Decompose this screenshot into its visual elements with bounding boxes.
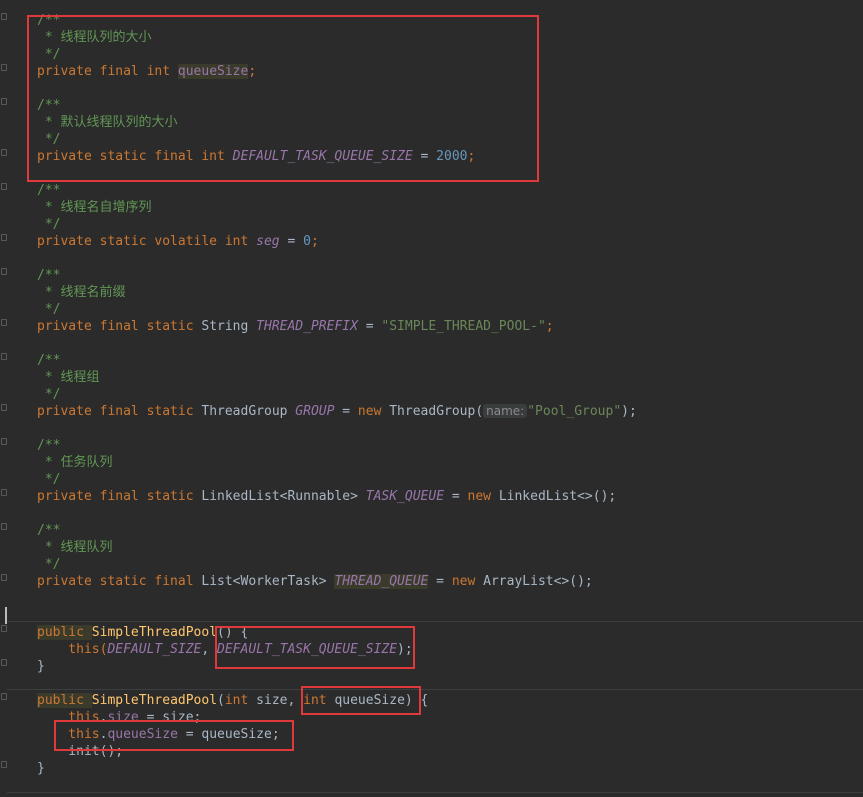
fold-icon[interactable]: [1, 574, 7, 581]
code-line: private static final List<WorkerTask> TH…: [37, 574, 593, 589]
code-line: */: [37, 557, 61, 572]
code-line: private final static String THREAD_PREFI…: [37, 319, 554, 334]
fold-icon[interactable]: [1, 268, 7, 275]
editor-gutter: [0, 0, 10, 797]
annotation-box: [215, 626, 415, 669]
code-line: /**: [37, 268, 61, 283]
code-line: private final static ThreadGroup GROUP =…: [37, 404, 637, 419]
code-line: /**: [37, 353, 61, 368]
fold-icon[interactable]: [1, 319, 7, 326]
fold-icon[interactable]: [1, 489, 7, 496]
fold-icon[interactable]: [1, 149, 7, 156]
code-line: /**: [37, 183, 61, 198]
code-line: * 线程队列: [37, 540, 113, 555]
fold-icon[interactable]: [1, 761, 7, 768]
code-line: */: [37, 472, 61, 487]
code-line: */: [37, 217, 61, 232]
parameter-hint: name:: [483, 404, 528, 418]
code-editor[interactable]: /** * 线程队列的大小 */ private final int queue…: [0, 0, 863, 797]
code-line: */: [37, 387, 61, 402]
fold-icon[interactable]: [1, 693, 7, 700]
annotation-box: [54, 720, 294, 751]
method-separator: [7, 621, 863, 622]
annotation-box: [301, 686, 421, 715]
code-line: }: [37, 761, 45, 776]
code-line: private final static LinkedList<Runnable…: [37, 489, 617, 504]
fold-icon[interactable]: [1, 523, 7, 530]
fold-icon[interactable]: [1, 13, 7, 20]
fold-icon[interactable]: [1, 353, 7, 360]
code-line: * 任务队列: [37, 455, 113, 470]
fold-icon[interactable]: [1, 625, 7, 632]
code-line: * 线程名前缀: [37, 285, 126, 300]
code-line: */: [37, 302, 61, 317]
code-line: /**: [37, 523, 61, 538]
fold-icon[interactable]: [1, 438, 7, 445]
code-line: * 线程组: [37, 370, 100, 385]
fold-icon[interactable]: [1, 98, 7, 105]
fold-icon[interactable]: [1, 659, 7, 666]
code-line: /**: [37, 438, 61, 453]
method-separator: [7, 689, 863, 690]
code-line: }: [37, 659, 45, 674]
annotation-box: [27, 15, 539, 182]
method-separator: [7, 792, 863, 793]
code-line: private static volatile int seg = 0;: [37, 234, 319, 249]
fold-icon[interactable]: [1, 64, 7, 71]
fold-icon[interactable]: [1, 183, 7, 190]
code-line: * 线程名自增序列: [37, 200, 152, 215]
fold-icon[interactable]: [1, 234, 7, 241]
fold-icon[interactable]: [1, 404, 7, 411]
